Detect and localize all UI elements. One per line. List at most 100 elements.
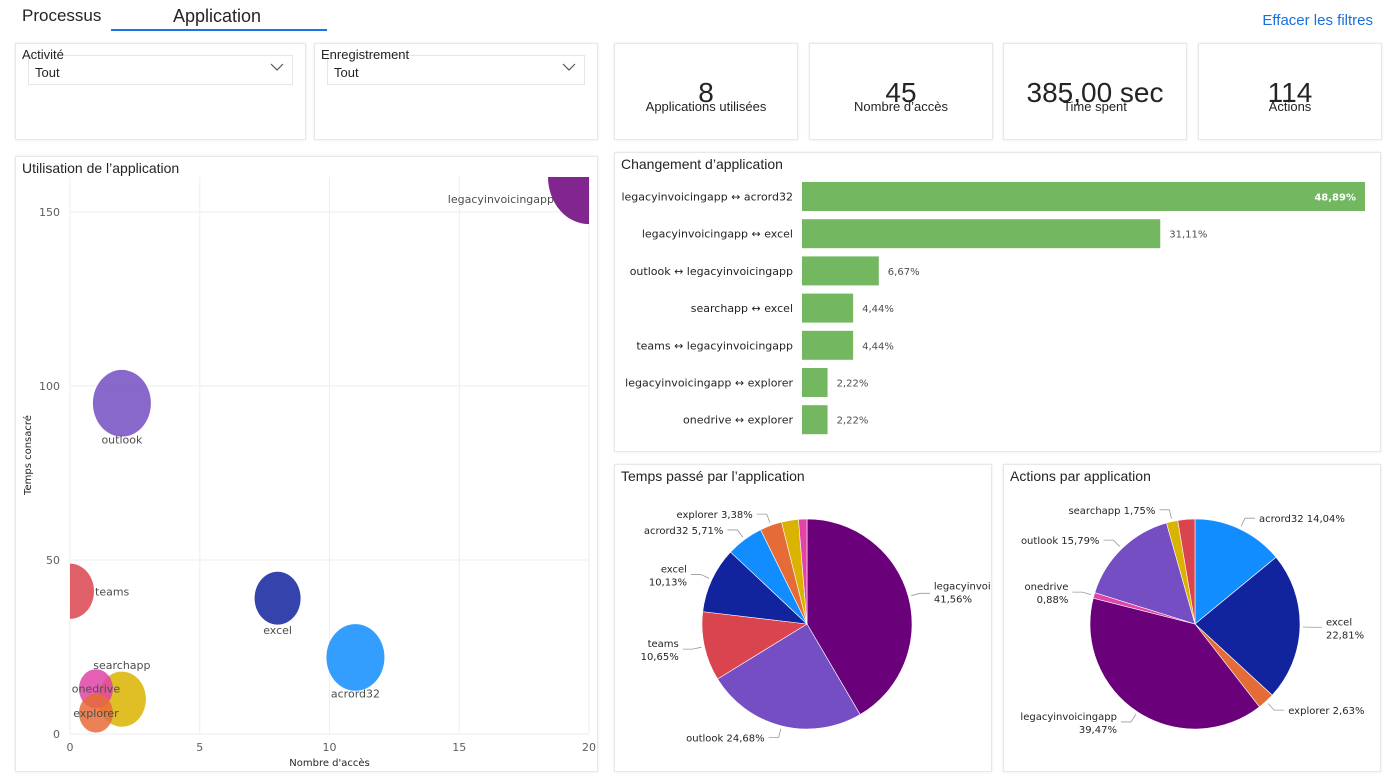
bubble-label: outlook (101, 433, 143, 446)
bubble-label: searchapp (93, 659, 150, 672)
pie-label: explorer 2,63% (1288, 706, 1364, 717)
tab-processus[interactable]: Processus (22, 6, 101, 26)
bubble-label: explorer (73, 707, 119, 720)
bar-category-label: legacyinvoicingapp ↔ excel (642, 228, 793, 241)
activite-dropdown[interactable]: Tout (28, 55, 293, 85)
bubble-teams (70, 563, 94, 619)
kpi-label: Nombre d’accès (854, 99, 948, 114)
pie-leader-line (690, 574, 710, 579)
bubble-label: acrord32 (331, 687, 380, 700)
pie-leader-line (1103, 539, 1121, 547)
y-tick-label: 150 (39, 206, 60, 219)
bubble-acrord32 (326, 624, 385, 691)
bar-category-label: legacyinvoicingapp ↔ acrord32 (621, 191, 793, 204)
bar-value-label: 6,67% (888, 267, 920, 278)
pie-card-actions: Actions par application acrord32 14,04% e… (1003, 464, 1381, 772)
pie-leader-line (911, 592, 930, 597)
kpi-label: Applications utilisées (645, 99, 767, 114)
bar (802, 368, 828, 397)
pie-leader-line (1240, 517, 1255, 527)
y-tick-label: 50 (46, 554, 60, 567)
bar-value-label: 2,22% (837, 379, 869, 390)
bubble-excel (254, 571, 301, 625)
kpi-card-acces: 45 Nombre d’accès (809, 43, 993, 140)
bubble-label: excel (263, 624, 292, 637)
enregistrement-slicer-title: Enregistrement (321, 47, 410, 62)
chevron-down-icon (270, 63, 284, 71)
active-tab-indicator (111, 29, 327, 31)
pie-label-name: teams (648, 639, 679, 650)
activite-slicer-title: Activité (22, 47, 64, 62)
pie-leader-line (756, 513, 771, 523)
pie-leader-line (1072, 591, 1092, 595)
bar-card-changement: Changement d’application legacyinvoicing… (614, 152, 1381, 452)
kpi-card-time-spent: 385,00 sec Time spent (1003, 43, 1187, 140)
bar-value-label: 4,44% (862, 304, 894, 315)
bar (802, 293, 854, 323)
pie-label-pct: 22,81% (1326, 630, 1364, 641)
x-tick-label: 0 (67, 741, 74, 754)
pie-leader-line (727, 529, 744, 538)
pie-card-temps: Temps passé par l’application legacyinvo… (614, 464, 992, 772)
pie-leader-line (1159, 509, 1172, 519)
bar-chart: legacyinvoicingapp ↔ acrord32 48,89% legac… (621, 182, 1365, 435)
bubble-legacyinvoicingapp (548, 177, 589, 225)
pie-leader-line (1267, 703, 1285, 711)
x-tick-label: 15 (452, 741, 466, 754)
bar-category-label: onedrive ↔ explorer (683, 414, 793, 427)
y-tick-label: 100 (39, 380, 60, 393)
pie-label-pct: 39,47% (1079, 725, 1117, 736)
pie-label-name: excel (1326, 617, 1352, 628)
pie-label-pct: 10,13% (649, 578, 687, 589)
bar (802, 219, 1161, 249)
y-tick-label: 0 (53, 728, 60, 741)
chevron-down-icon (562, 63, 576, 71)
bar-value-label: 48,89% (1314, 193, 1356, 204)
kpi-label: Time spent (1063, 99, 1127, 114)
bar (802, 405, 828, 435)
x-tick-label: 20 (582, 741, 596, 754)
pie-label-name: onedrive (1025, 582, 1069, 593)
pie-label-pct: 41,56% (934, 594, 972, 605)
tab-application[interactable]: Application (173, 6, 261, 27)
slicer-activite: Tout Activité (15, 43, 306, 140)
pie-leader-line (1120, 714, 1137, 723)
pie-label: acrord32 14,04% (1259, 514, 1345, 525)
y-axis-title: Temps consacré (22, 415, 34, 496)
pie-label-pct: 10,65% (641, 652, 679, 663)
bar-value-label: 2,22% (837, 416, 869, 427)
pie-leader-line (682, 646, 702, 650)
bar-category-label: searchapp ↔ excel (691, 302, 793, 315)
pie-label: acrord32 5,71% (644, 526, 724, 537)
pie-label-name: legacyinvoicingapp (1020, 712, 1117, 723)
x-axis-title: Nombre d'accès (289, 757, 370, 769)
bar (802, 256, 879, 286)
clear-filters-link[interactable]: Effacer les filtres (1262, 12, 1373, 29)
bubble-outlook (92, 369, 151, 437)
x-tick-label: 5 (196, 741, 203, 754)
bar-value-label: 31,11% (1169, 230, 1207, 241)
pie-label-name: excel (661, 565, 687, 576)
pie-label-name: legacyinvoicinga... (934, 581, 991, 592)
bubble-label: onedrive (72, 683, 121, 696)
pie-leader-line (768, 728, 782, 738)
bubble-label: teams (95, 585, 130, 598)
bar (802, 330, 854, 360)
enregistrement-dropdown-value: Tout (334, 65, 359, 80)
kpi-card-actions: 114 Actions (1198, 43, 1382, 140)
pie-label: explorer 3,38% (676, 510, 752, 521)
x-tick-label: 10 (323, 741, 337, 754)
bar-category-label: teams ↔ legacyinvoicingapp (636, 339, 793, 352)
bar-value-label: 4,44% (862, 341, 894, 352)
activite-dropdown-value: Tout (35, 65, 60, 80)
pie-chart-temps: legacyinvoicinga... 41,56% outlook 24,68% t… (641, 510, 991, 745)
kpi-label: Actions (1268, 99, 1312, 114)
pie-chart-actions: acrord32 14,04% excel 22,81% explorer 2,63%… (1020, 506, 1364, 736)
pie-label: outlook 24,68% (686, 734, 765, 745)
bar (802, 182, 1365, 211)
slicer-enregistrement: Tout Enregistrement (314, 43, 598, 140)
bar-category-label: legacyinvoicingapp ↔ explorer (625, 377, 793, 390)
bubble-label: legacyinvoicingapp (448, 193, 554, 206)
pie-label: outlook 15,79% (1021, 536, 1099, 547)
bar-category-label: outlook ↔ legacyinvoicingapp (630, 265, 793, 278)
